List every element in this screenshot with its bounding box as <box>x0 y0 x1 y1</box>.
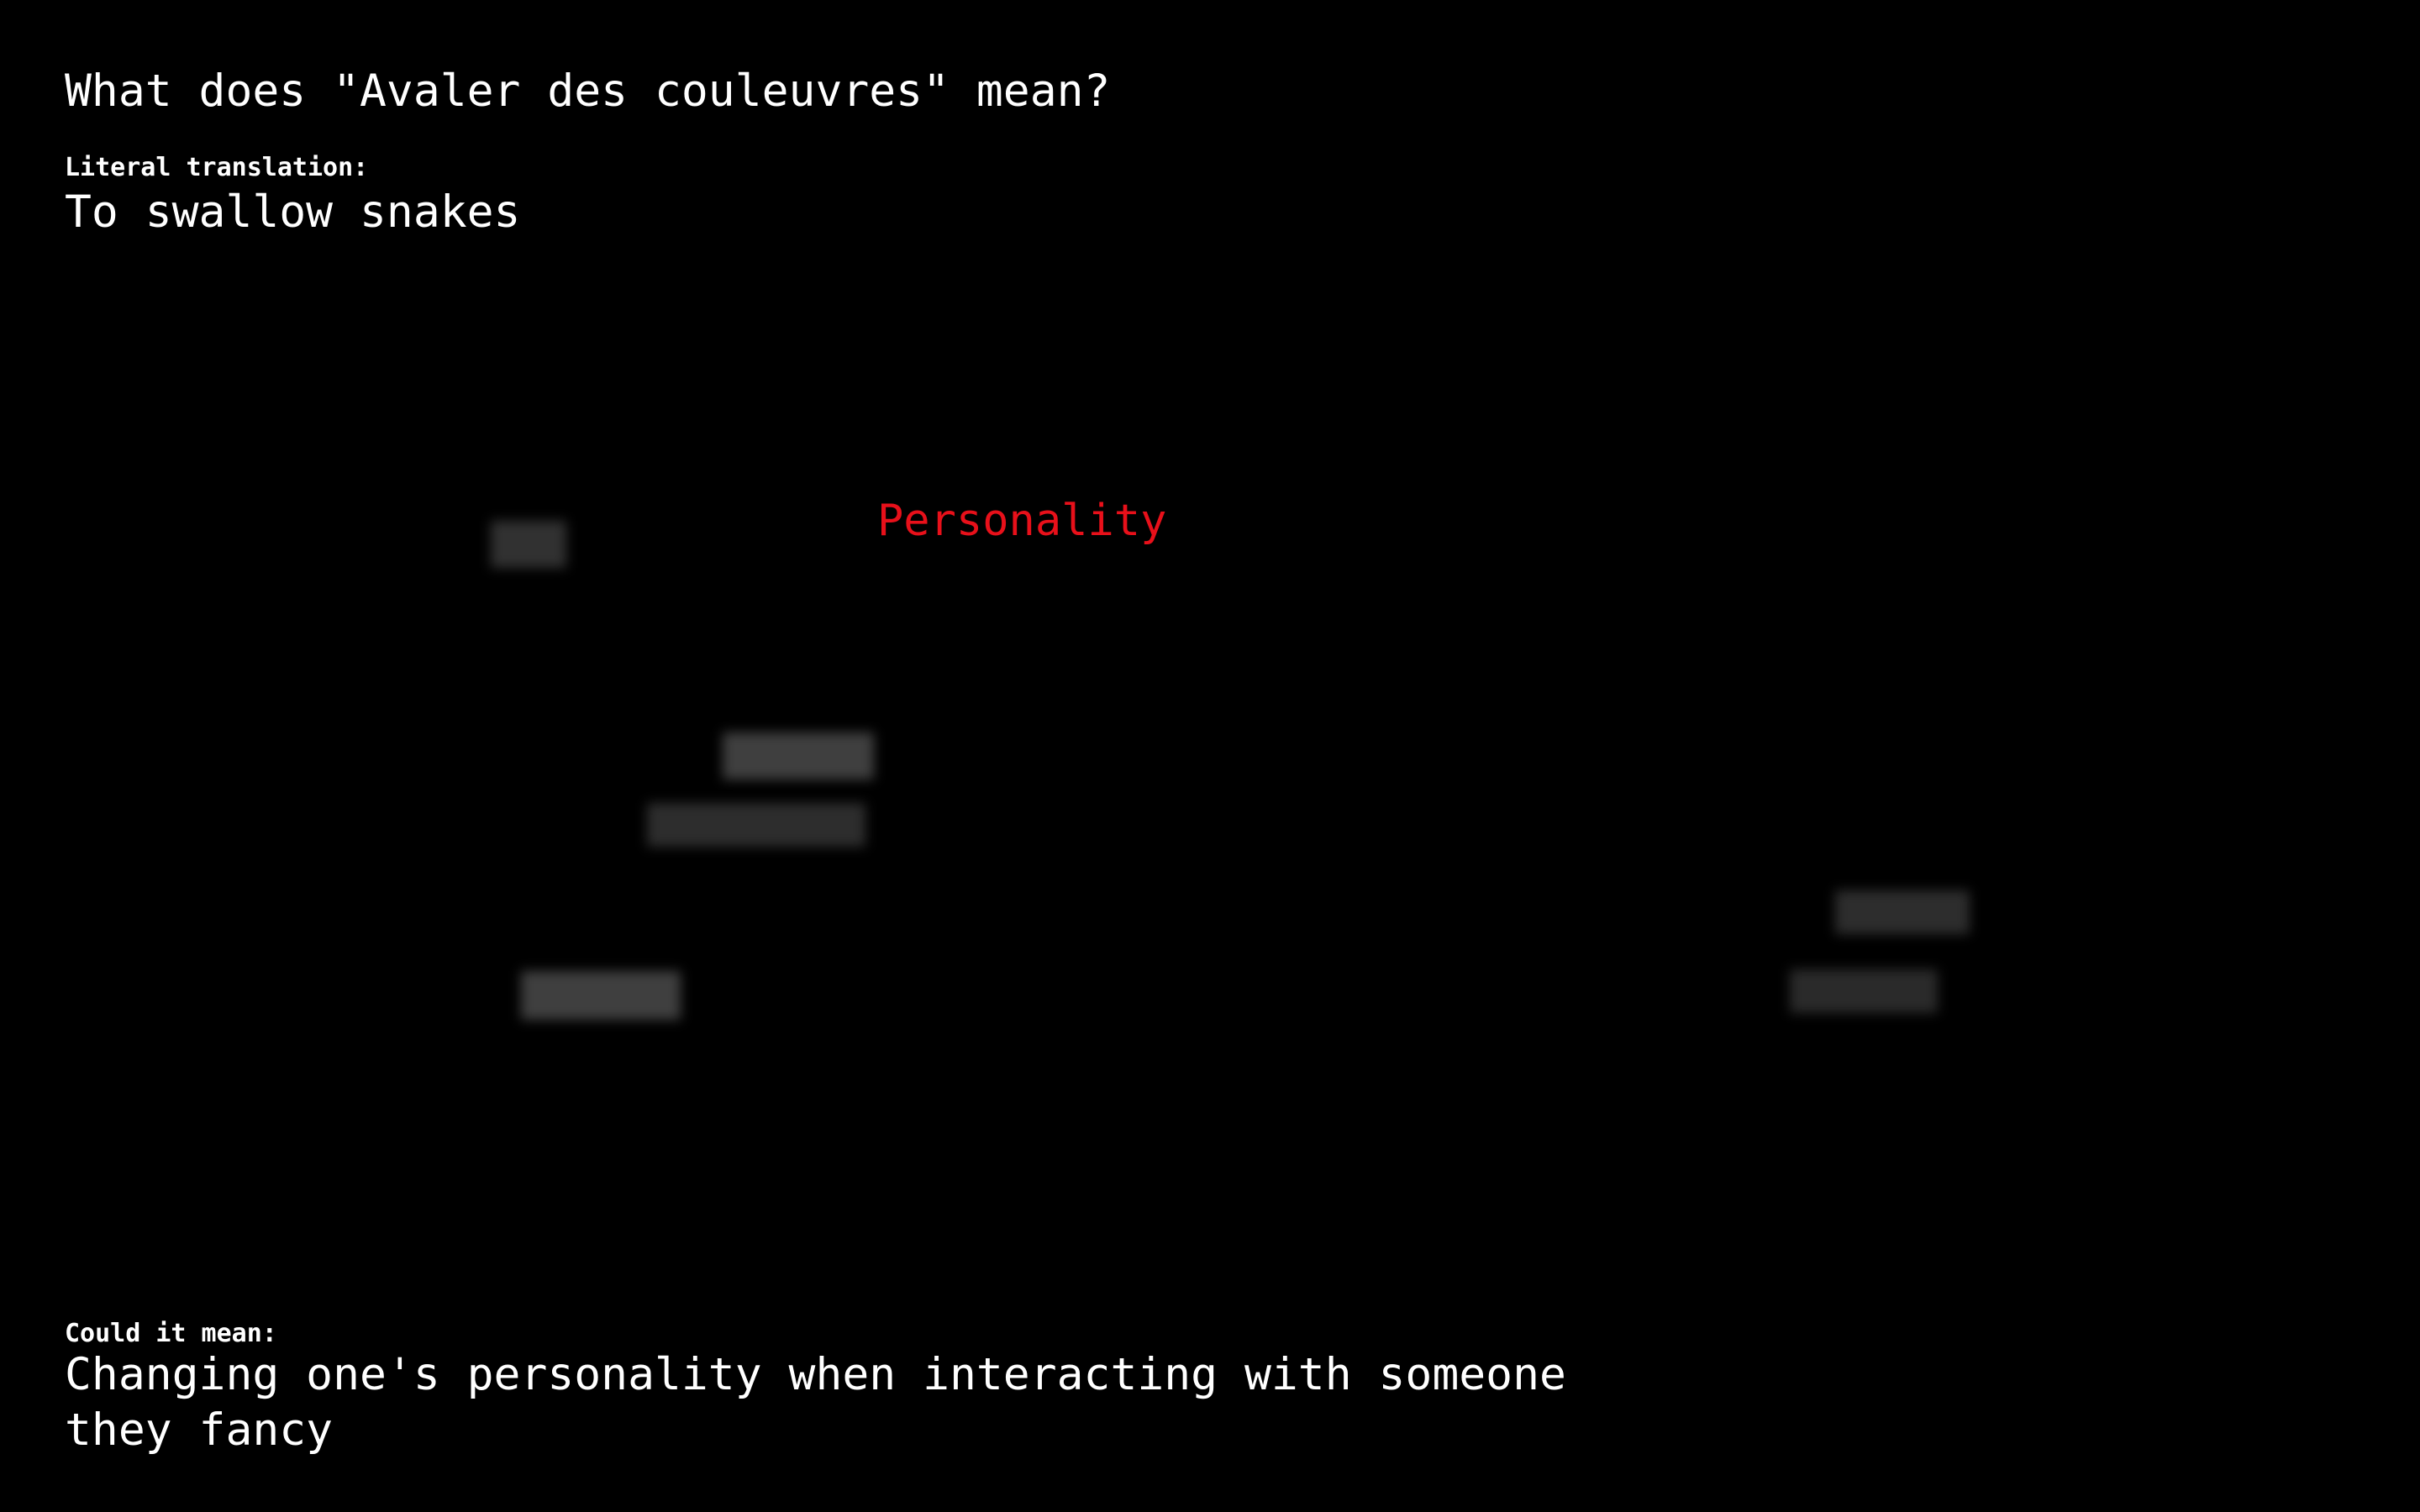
blurred-word <box>647 803 865 847</box>
blurred-word <box>723 732 874 780</box>
question-title: What does "Avaler des couleuvres" mean? <box>65 66 1111 117</box>
literal-translation-label: Literal translation: <box>65 153 369 182</box>
meaning-value: Changing one's personality when interact… <box>65 1349 1566 1456</box>
blurred-word <box>491 521 566 568</box>
blurred-word <box>1835 890 1970 934</box>
focus-word: Personality <box>877 496 1167 546</box>
blurred-word <box>521 971 681 1020</box>
meaning-label: Could it mean: <box>65 1319 277 1348</box>
blurred-word <box>1790 969 1938 1013</box>
literal-translation-value: To swallow snakes <box>65 186 521 238</box>
